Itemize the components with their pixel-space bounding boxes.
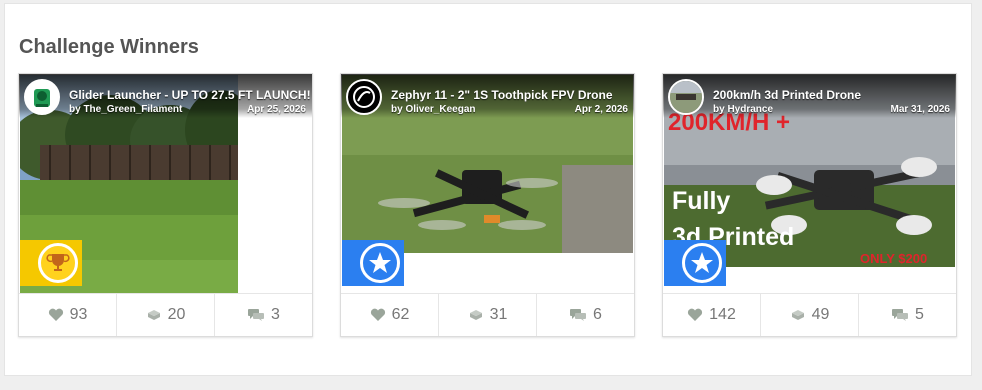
- star-icon: [691, 252, 713, 273]
- remixes-count: 31: [489, 306, 508, 323]
- star-icon: [369, 252, 391, 273]
- likes-stat[interactable]: 142: [663, 294, 761, 336]
- card-stats: 93 20 3: [19, 293, 312, 336]
- remixes-stat[interactable]: 49: [761, 294, 859, 336]
- star-badge: [664, 240, 726, 286]
- card-author[interactable]: by Hydrance: [713, 104, 773, 115]
- comments-count: 6: [593, 306, 602, 323]
- overlay-price-text: ONLY $200: [860, 251, 927, 266]
- card-date: Apr 25, 2026: [247, 104, 306, 115]
- comments-stat[interactable]: 3: [215, 294, 312, 336]
- comments-stat[interactable]: 5: [859, 294, 956, 336]
- comments-count: 5: [915, 306, 924, 323]
- comments-stat[interactable]: 6: [537, 294, 634, 336]
- card-2[interactable]: Zephyr 11 - 2" 1S Toothpick FPV Drone by…: [340, 73, 635, 337]
- remixes-stat[interactable]: 31: [439, 294, 537, 336]
- card-date: Mar 31, 2026: [890, 104, 951, 115]
- trophy-icon: [46, 254, 70, 271]
- card-3[interactable]: 200KM/H + Fully 3d Printed ONLY $200 200…: [662, 73, 957, 337]
- card-author[interactable]: by Oliver_Keegan: [391, 104, 475, 115]
- remixes-count: 20: [167, 306, 186, 323]
- likes-count: 62: [391, 306, 410, 323]
- trophy-badge: [20, 240, 82, 286]
- remixes-stat[interactable]: 20: [117, 294, 215, 336]
- star-badge: [342, 240, 404, 286]
- layers-icon: [469, 310, 482, 320]
- likes-count: 142: [709, 306, 736, 323]
- comments-icon: [892, 309, 909, 321]
- card-author[interactable]: by The_Green_Filament: [69, 104, 182, 115]
- comments-icon: [570, 309, 587, 321]
- avatar-image: [670, 81, 702, 113]
- heart-icon: [370, 308, 385, 321]
- avatar-image: [350, 83, 378, 111]
- avatar[interactable]: [24, 79, 60, 115]
- card-header: Glider Launcher - UP TO 27.5 FT LAUNCH!!…: [19, 74, 312, 118]
- card-stats: 142 49 5: [663, 293, 956, 336]
- comments-count: 3: [271, 306, 280, 323]
- card-title[interactable]: 200km/h 3d Printed Drone: [713, 88, 954, 102]
- card-1[interactable]: Glider Launcher - UP TO 27.5 FT LAUNCH!!…: [18, 73, 313, 337]
- card-title[interactable]: Glider Launcher - UP TO 27.5 FT LAUNCH!!: [69, 88, 310, 102]
- layers-icon: [147, 310, 160, 320]
- section-title: Challenge Winners: [19, 36, 199, 58]
- heart-icon: [48, 308, 63, 321]
- card-header: Zephyr 11 - 2" 1S Toothpick FPV Drone by…: [341, 74, 634, 118]
- remixes-count: 49: [811, 306, 830, 323]
- avatar[interactable]: [346, 79, 382, 115]
- likes-stat[interactable]: 62: [341, 294, 439, 336]
- likes-count: 93: [69, 306, 88, 323]
- likes-stat[interactable]: 93: [19, 294, 117, 336]
- card-stats: 62 31 6: [341, 293, 634, 336]
- layers-icon: [791, 310, 804, 320]
- card-title[interactable]: Zephyr 11 - 2" 1S Toothpick FPV Drone: [391, 88, 632, 102]
- comments-icon: [248, 309, 265, 321]
- card-date: Apr 2, 2026: [574, 104, 628, 115]
- card-header: 200km/h 3d Printed Drone by Hydrance Mar…: [663, 74, 956, 118]
- avatar[interactable]: [668, 79, 704, 115]
- overlay-line1-text: Fully: [672, 187, 730, 215]
- avatar-image: [26, 81, 58, 113]
- heart-icon: [688, 308, 703, 321]
